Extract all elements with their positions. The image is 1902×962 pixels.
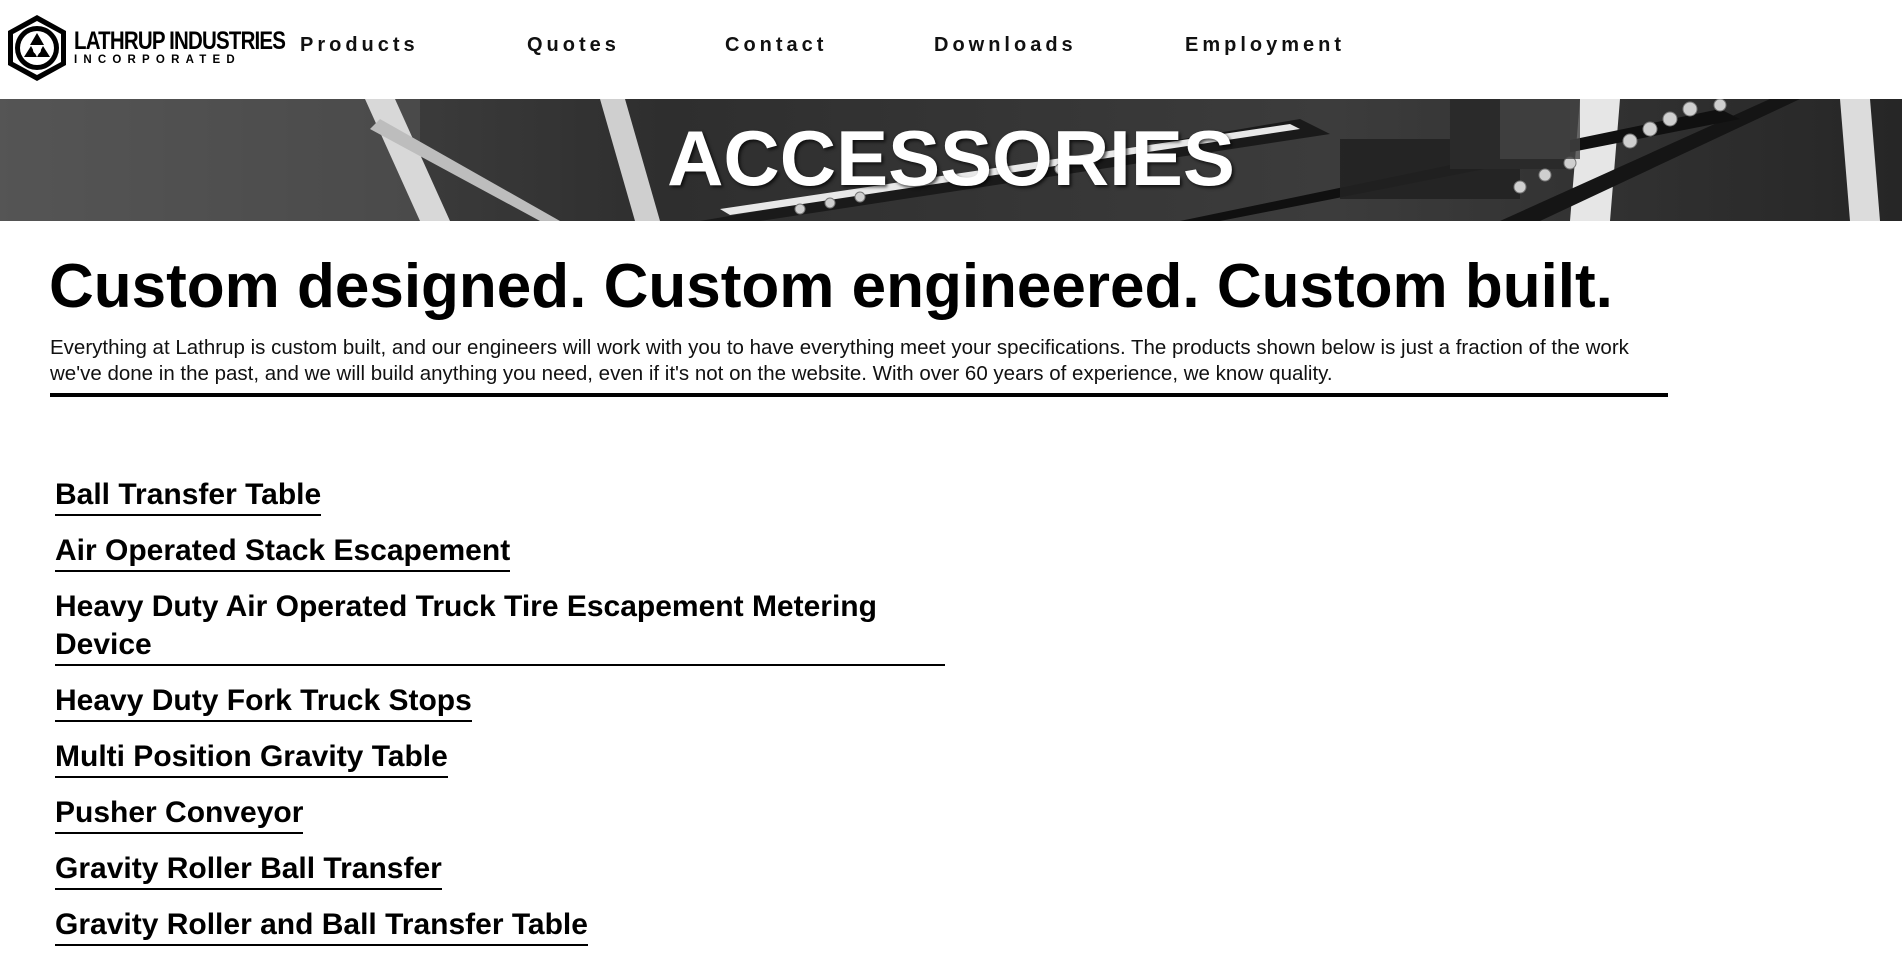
product-link-gravity-roller-ball-transfer[interactable]: Gravity Roller Ball Transfer [55, 850, 442, 890]
product-link-truck-tire-escapement[interactable]: Heavy Duty Air Operated Truck Tire Escap… [55, 588, 945, 666]
logo[interactable]: LATHRUP INDUSTRIES INCORPORATED [4, 13, 286, 83]
nav-downloads[interactable]: Downloads [934, 34, 1077, 57]
logo-subtitle: INCORPORATED [74, 54, 241, 67]
hero-banner: ACCESSORIES [0, 99, 1902, 221]
product-list: Ball Transfer Table Air Operated Stack E… [55, 476, 955, 962]
product-link-gravity-roller-ball-transfer-table[interactable]: Gravity Roller and Ball Transfer Table [55, 906, 588, 946]
logo-name: LATHRUP INDUSTRIES [74, 27, 286, 56]
site-header: LATHRUP INDUSTRIES INCORPORATED Products… [0, 0, 1902, 99]
product-link-pusher-conveyor[interactable]: Pusher Conveyor [55, 794, 304, 834]
nav-quotes[interactable]: Quotes [527, 34, 620, 57]
product-link-air-operated-stack-escapement[interactable]: Air Operated Stack Escapement [55, 532, 511, 572]
nav-employment[interactable]: Employment [1185, 34, 1345, 57]
product-link-multi-position-gravity-table[interactable]: Multi Position Gravity Table [55, 738, 448, 778]
banner-title: ACCESSORIES [667, 114, 1235, 202]
intro-paragraph: Everything at Lathrup is custom built, a… [50, 336, 1629, 385]
nav-products[interactable]: Products [300, 34, 419, 57]
product-link-fork-truck-stops[interactable]: Heavy Duty Fork Truck Stops [55, 682, 472, 722]
lathrup-hexagon-logo-icon [8, 15, 66, 81]
nav-contact[interactable]: Contact [725, 34, 827, 57]
divider [50, 393, 1668, 397]
product-link-ball-transfer-table[interactable]: Ball Transfer Table [55, 476, 322, 516]
page-headline: Custom designed. Custom engineered. Cust… [49, 252, 1613, 321]
